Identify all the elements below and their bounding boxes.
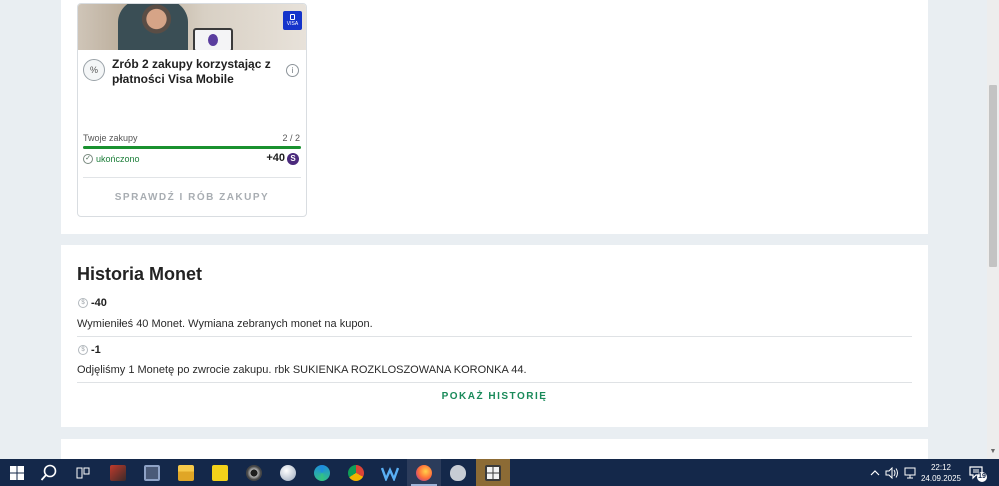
sphere-icon <box>280 464 296 481</box>
coin-icon: S <box>287 153 299 165</box>
coin-outline-icon: $ <box>78 345 88 355</box>
laptop-photo <box>193 28 233 50</box>
wps-icon <box>381 466 399 481</box>
speaker-icon <box>885 466 898 479</box>
taskbar-app-crest[interactable] <box>476 459 510 486</box>
progress-count: 2 / 2 <box>282 133 300 143</box>
search-button[interactable] <box>32 459 66 486</box>
taskbar-sticky-notes[interactable] <box>203 459 237 486</box>
taskbar-calculator[interactable] <box>135 459 169 486</box>
coin-history-panel: Historia Monet $ -40 Wymieniłeś 40 Monet… <box>61 245 928 427</box>
taskbar-firefox[interactable] <box>407 459 441 486</box>
offer-image <box>78 4 306 50</box>
check-and-shop-button[interactable]: SPRAWDŹ I RÓB ZAKUPY <box>78 192 306 203</box>
visa-mobile-badge: VISA <box>283 11 302 30</box>
phone-icon <box>290 14 295 20</box>
visa-badge-text: VISA <box>286 21 299 27</box>
gear-icon <box>246 464 262 481</box>
progress-fill <box>83 146 301 149</box>
info-icon[interactable]: i <box>286 64 299 77</box>
taskbar-edge[interactable] <box>305 459 339 486</box>
task-view-icon <box>76 467 90 478</box>
calculator-icon <box>144 464 160 481</box>
taskbar-app-1[interactable] <box>101 459 135 486</box>
scroll-down-arrow[interactable]: ▼ <box>989 448 997 456</box>
progress-label: Twoje zakupy <box>83 133 138 143</box>
windows-taskbar: 22:12 24.09.2025 19 <box>0 459 999 486</box>
taskbar-file-explorer[interactable] <box>169 459 203 486</box>
search-icon <box>40 464 57 481</box>
taskbar-settings[interactable] <box>237 459 271 486</box>
clock-date: 24.09.2025 <box>920 474 962 483</box>
chevron-up-icon <box>870 469 880 475</box>
crest-icon <box>485 464 501 481</box>
progress-bar <box>83 146 301 149</box>
edge-icon <box>314 464 330 481</box>
windows-logo-icon <box>10 465 24 480</box>
sticky-notes-icon <box>212 464 228 481</box>
history-entry-description: Odjęliśmy 1 Monetę po zwrocie zakupu. rb… <box>77 364 527 376</box>
taskbar-app-shield[interactable] <box>441 459 475 486</box>
network-icon <box>904 467 916 478</box>
taskbar-wps[interactable] <box>373 459 407 486</box>
card-divider <box>83 177 301 178</box>
offer-card[interactable]: VISA % Zrób 2 zakupy korzystając z płatn… <box>77 3 307 217</box>
taskbar-app-sphere[interactable] <box>271 459 305 486</box>
volume-button[interactable] <box>885 459 899 486</box>
taskbar-chrome[interactable] <box>339 459 373 486</box>
scrollbar-thumb[interactable] <box>989 85 997 267</box>
network-button[interactable] <box>903 459 917 486</box>
person-photo <box>118 4 188 50</box>
history-divider <box>77 336 912 337</box>
folder-icon <box>178 464 194 481</box>
firefox-icon <box>416 464 432 481</box>
system-clock[interactable]: 22:12 24.09.2025 <box>920 462 962 484</box>
next-panel <box>61 439 928 459</box>
notification-count-badge: 19 <box>977 472 987 482</box>
coin-outline-icon: $ <box>78 298 88 308</box>
reward-value: +40 <box>266 152 285 164</box>
check-circle-icon: ✓ <box>83 154 93 164</box>
history-divider <box>77 382 912 383</box>
start-button[interactable] <box>0 459 34 486</box>
show-hidden-icons[interactable] <box>870 459 880 486</box>
app-red-icon <box>110 464 126 481</box>
history-entry-amount: -1 <box>91 344 101 356</box>
history-title: Historia Monet <box>77 264 203 284</box>
show-history-button[interactable]: POKAŻ HISTORIĘ <box>61 391 928 402</box>
offer-title: Zrób 2 zakupy korzystając z płatności Vi… <box>112 57 271 86</box>
chrome-icon <box>348 464 364 481</box>
task-view-button[interactable] <box>66 459 100 486</box>
discount-icon: % <box>83 59 105 81</box>
status-text: ukończono <box>96 154 140 164</box>
shield-icon <box>450 464 466 481</box>
history-entry-amount: -40 <box>91 297 107 309</box>
clock-time: 22:12 <box>930 463 952 472</box>
history-entry-description: Wymieniłeś 40 Monet. Wymiana zebranych m… <box>77 318 373 330</box>
